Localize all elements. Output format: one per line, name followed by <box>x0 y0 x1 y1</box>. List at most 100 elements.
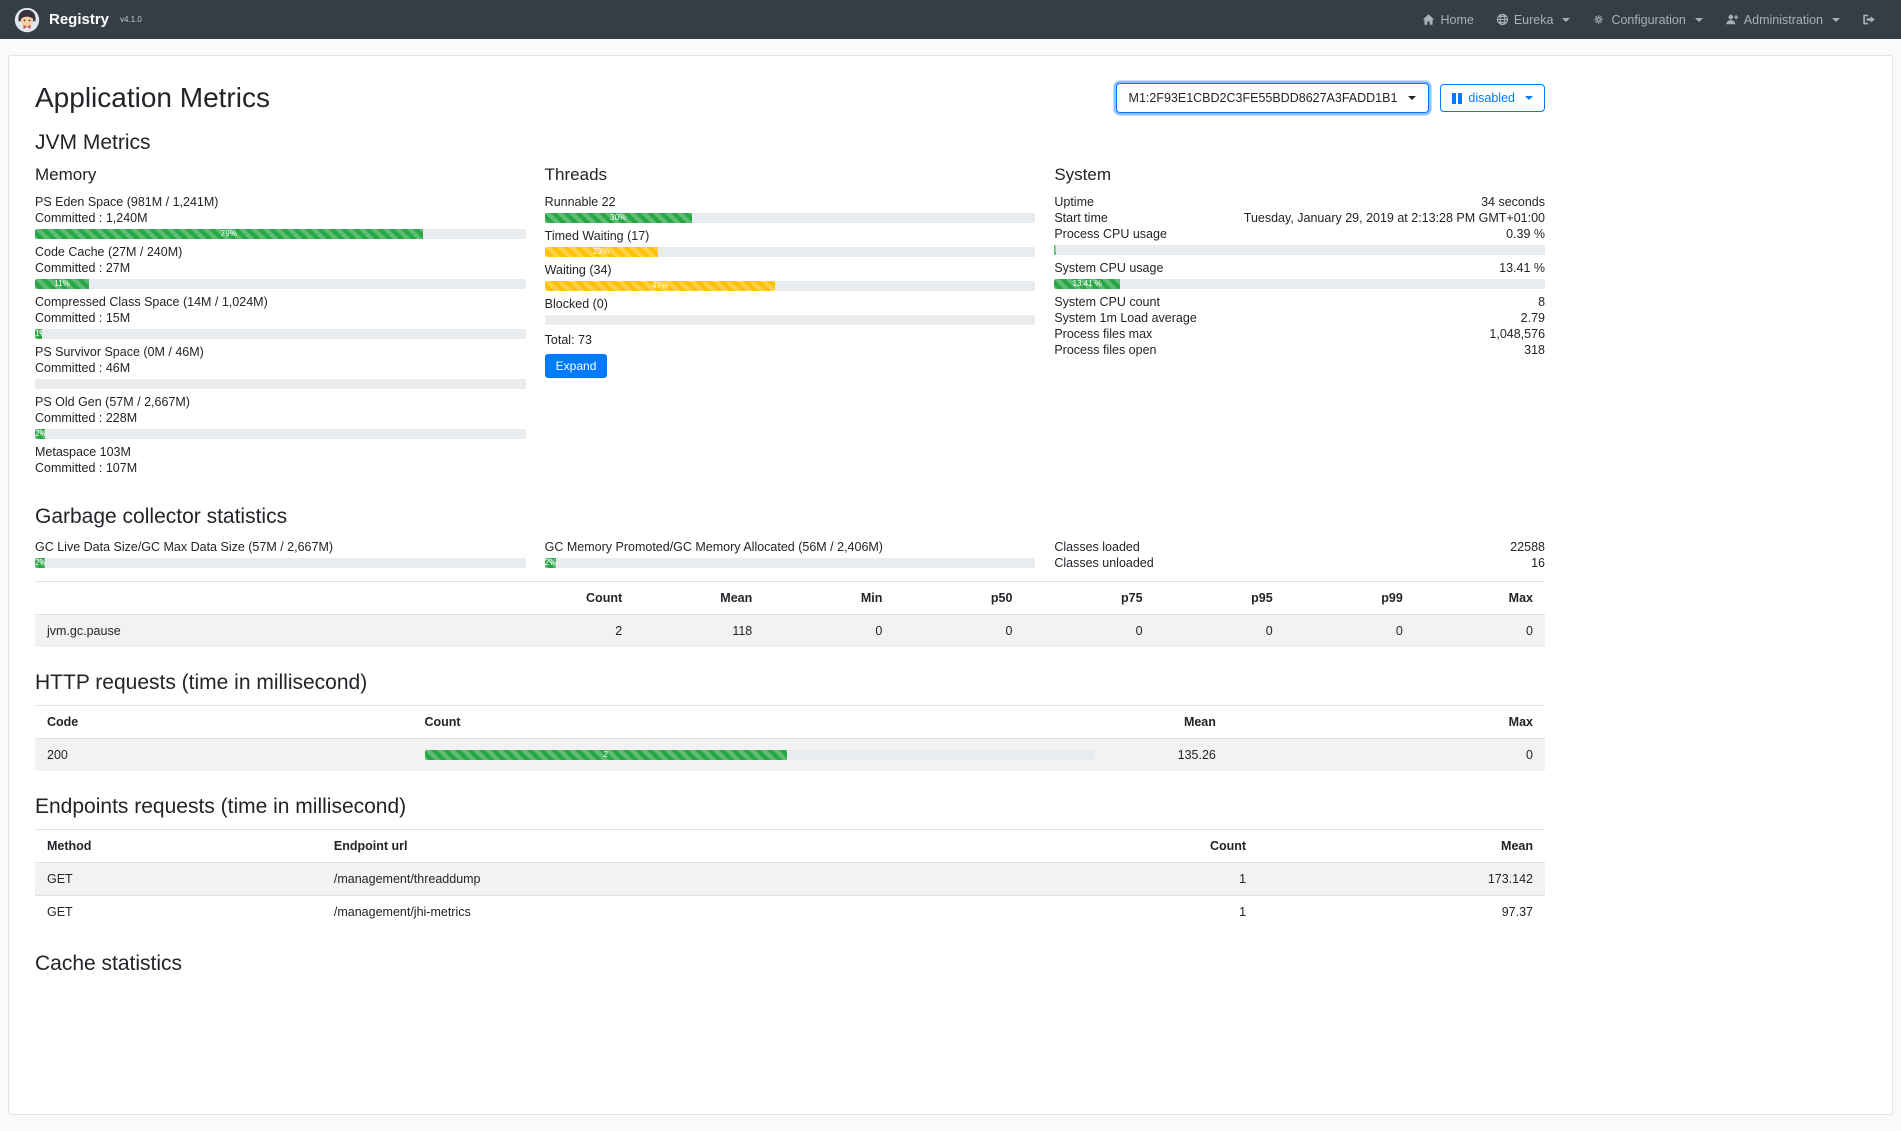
system-column-title: System <box>1054 165 1545 185</box>
memory-progress <box>35 379 526 389</box>
cell-mean: 97.37 <box>1258 896 1545 929</box>
system-row: Process files max 1,048,576 <box>1054 326 1545 342</box>
memory-column-title: Memory <box>35 165 526 185</box>
gc-table-header-row: Count Mean Min p50 p75 p95 p99 Max <box>35 582 1545 615</box>
column-header: Code <box>35 706 413 739</box>
system-row: Uptime 34 seconds <box>1054 194 1545 210</box>
http-count-progress-bar: 2 <box>425 750 787 760</box>
endpoints-table: Method Endpoint url Count Mean GET /mana… <box>35 829 1545 928</box>
cell-count: 2 <box>504 615 634 648</box>
nav-item-administration[interactable]: Administration <box>1714 0 1851 39</box>
navbar: Registry v4.1.0 Home Eureka <box>0 0 1901 39</box>
cell-code: 200 <box>35 739 413 772</box>
cell-max: 0 <box>1415 615 1545 648</box>
system-row: System CPU usage 13.41 % <box>1054 260 1545 276</box>
gc-classes: Classes loaded 22588 Classes unloaded 16 <box>1054 539 1545 573</box>
column-header: p99 <box>1285 582 1415 615</box>
system-row-label: System CPU usage <box>1054 260 1163 276</box>
column-header: Mean <box>634 582 764 615</box>
system-row: Process CPU usage 0.39 % <box>1054 226 1545 242</box>
thread-item-label: Waiting (34) <box>545 262 1036 278</box>
chevron-down-icon <box>1832 18 1840 22</box>
memory-item-committed: Committed : 15M <box>35 310 526 326</box>
memory-item-committed: Committed : 1,240M <box>35 210 526 226</box>
system-row-value: 2.79 <box>1521 310 1545 326</box>
memory-progress-bar: 1% <box>35 329 42 339</box>
memory-item-label: Metaspace 103M <box>35 444 526 460</box>
cell-min: 0 <box>764 615 894 648</box>
threads-column-title: Threads <box>545 165 1036 185</box>
thread-item: Blocked (0) <box>545 296 1036 325</box>
nav-item-configuration[interactable]: Configuration <box>1581 0 1713 39</box>
cell-endpoint-url: /management/threaddump <box>322 863 1002 896</box>
nav-item-label: Configuration <box>1611 13 1685 27</box>
section-title-jvm-metrics: JVM Metrics <box>35 131 1545 155</box>
gc-table: Count Mean Min p50 p75 p95 p99 Max jvm.g… <box>35 581 1545 647</box>
column-header: Min <box>764 582 894 615</box>
system-column: System Uptime 34 seconds Start time Tues… <box>1054 165 1545 481</box>
app-version: v4.1.0 <box>120 15 142 24</box>
system-row-value: 13.41 % <box>1499 260 1545 276</box>
user-plus-icon <box>1725 13 1739 26</box>
column-header: Count <box>413 706 1108 739</box>
cell-max: 0 <box>1228 739 1545 772</box>
system-row-label: Process CPU usage <box>1054 226 1167 242</box>
system-row-value: 318 <box>1524 342 1545 358</box>
cell-count: 2 <box>413 739 1108 772</box>
nav-item-home[interactable]: Home <box>1411 0 1484 39</box>
page-title: Application Metrics <box>35 82 270 114</box>
thread-progress: 47% <box>545 281 1036 291</box>
system-row: Process files open 318 <box>1054 342 1545 358</box>
classes-loaded-value: 22588 <box>1510 539 1545 555</box>
system-cpu-progress: 13.41 % <box>1054 279 1545 289</box>
classes-loaded-row: Classes loaded 22588 <box>1054 539 1545 555</box>
memory-progress: 2% <box>35 429 526 439</box>
column-header: Count <box>504 582 634 615</box>
nav-item-label: Home <box>1440 13 1473 27</box>
cell-mean: 173.142 <box>1258 863 1545 896</box>
brand[interactable]: Registry v4.1.0 <box>14 7 142 33</box>
cell-mean: 118 <box>634 615 764 648</box>
globe-icon <box>1496 13 1509 26</box>
system-row-label: System CPU count <box>1054 294 1160 310</box>
chevron-down-icon <box>1525 96 1533 100</box>
nav-item-label: Administration <box>1744 13 1823 27</box>
column-header: Mean <box>1107 706 1228 739</box>
column-header: Method <box>35 830 322 863</box>
gc-promoted-progress-bar: 2% <box>545 558 556 568</box>
thread-item-label: Blocked (0) <box>545 296 1036 312</box>
memory-item: Code Cache (27M / 240M) Committed : 27M … <box>35 244 526 289</box>
column-header: Max <box>1415 582 1545 615</box>
memory-progress-bar: 2% <box>35 429 45 439</box>
instance-selector-dropdown[interactable]: M1:2F93E1CBD2C3FE55BDD8627A3FADD1B1 <box>1116 83 1430 113</box>
column-header: Mean <box>1258 830 1545 863</box>
refresh-toggle-label: disabled <box>1468 91 1515 105</box>
system-row: System CPU count 8 <box>1054 294 1545 310</box>
expand-button[interactable]: Expand <box>545 354 608 378</box>
endpoints-table-header-row: Method Endpoint url Count Mean <box>35 830 1545 863</box>
memory-item-committed: Committed : 27M <box>35 260 526 276</box>
nav-item-eureka[interactable]: Eureka <box>1485 0 1582 39</box>
system-cpu-progress-bar: 13.41 % <box>1054 279 1120 289</box>
home-icon <box>1422 13 1435 26</box>
memory-item-committed: Committed : 46M <box>35 360 526 376</box>
nav-item-sign-out[interactable] <box>1851 0 1887 39</box>
section-title-cache-statistics: Cache statistics <box>35 952 1545 976</box>
table-row: jvm.gc.pause 2 118 0 0 0 0 0 0 <box>35 615 1545 648</box>
memory-progress: 79% <box>35 229 526 239</box>
system-row-label: Process files open <box>1054 342 1156 358</box>
cell-count: 1 <box>1001 863 1258 896</box>
gc-live-data: GC Live Data Size/GC Max Data Size (57M … <box>35 539 526 573</box>
cell-p99: 0 <box>1285 615 1415 648</box>
column-header <box>35 582 504 615</box>
classes-unloaded-label: Classes unloaded <box>1054 555 1153 571</box>
refresh-toggle-dropdown[interactable]: disabled <box>1440 84 1545 112</box>
cell-method: GET <box>35 896 322 929</box>
classes-unloaded-row: Classes unloaded 16 <box>1054 555 1545 571</box>
jhipster-avatar-icon <box>14 7 40 33</box>
thread-progress: 30% <box>545 213 1036 223</box>
system-row-value: 34 seconds <box>1481 194 1545 210</box>
cell-count: 1 <box>1001 896 1258 929</box>
process-cpu-progress-bar: 0.39 % <box>1054 245 1056 255</box>
cell-p50: 0 <box>894 615 1024 648</box>
